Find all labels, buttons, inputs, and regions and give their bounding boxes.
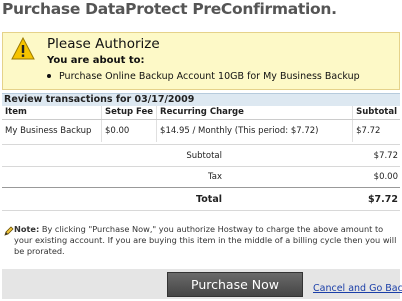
cancel-and-go-back-link[interactable]: Cancel and Go Back xyxy=(313,283,402,294)
alert-subtitle: You are about to: xyxy=(47,55,145,66)
note-text: By clicking "Purchase Now," you authoriz… xyxy=(14,224,397,256)
bullet-icon xyxy=(47,73,51,78)
page-title: Purchase DataProtect PreConfirmation. xyxy=(2,0,337,18)
table-row: My Business Backup $0.00 $14.95 / Monthl… xyxy=(2,119,400,142)
column-header-subtotal: Subtotal xyxy=(352,106,400,120)
divider xyxy=(2,210,400,211)
authorize-alert: Please Authorize You are about to: Purch… xyxy=(2,32,400,90)
cell-recurring-charge: $14.95 / Monthly (This period: $7.72) xyxy=(156,119,353,142)
cell-subtotal: $7.72 xyxy=(352,119,400,142)
tax-label: Tax xyxy=(207,172,222,182)
cell-setup-fee: $0.00 xyxy=(100,119,157,142)
divider xyxy=(2,187,400,188)
alert-list-item: Purchase Online Backup Account 10GB for … xyxy=(47,71,360,82)
cell-item: My Business Backup xyxy=(5,125,92,136)
purchase-note: Note: By clicking "Purchase Now," you au… xyxy=(14,224,400,257)
subtotal-label: Subtotal xyxy=(186,151,222,161)
column-header-setup-fee: Setup Fee xyxy=(100,106,157,120)
total-label: Total xyxy=(196,194,222,205)
total-value: $7.72 xyxy=(367,194,398,205)
column-header-item: Item xyxy=(2,106,102,120)
divider xyxy=(2,144,400,145)
divider xyxy=(2,166,400,167)
alert-title: Please Authorize xyxy=(47,36,160,52)
column-header-recurring-charge: Recurring Charge xyxy=(156,106,353,120)
subtotal-value: $7.72 xyxy=(373,151,398,161)
table-header-row: Item Setup Fee Recurring Charge Subtotal xyxy=(2,106,400,120)
warning-icon xyxy=(11,37,35,60)
transactions-table: Item Setup Fee Recurring Charge Subtotal… xyxy=(2,106,400,142)
tax-value: $0.00 xyxy=(373,172,398,182)
note-label: Note: xyxy=(14,224,40,234)
review-transactions-header: Review transactions for 03/17/2009 xyxy=(2,93,400,106)
purchase-now-button[interactable]: Purchase Now xyxy=(167,272,303,297)
